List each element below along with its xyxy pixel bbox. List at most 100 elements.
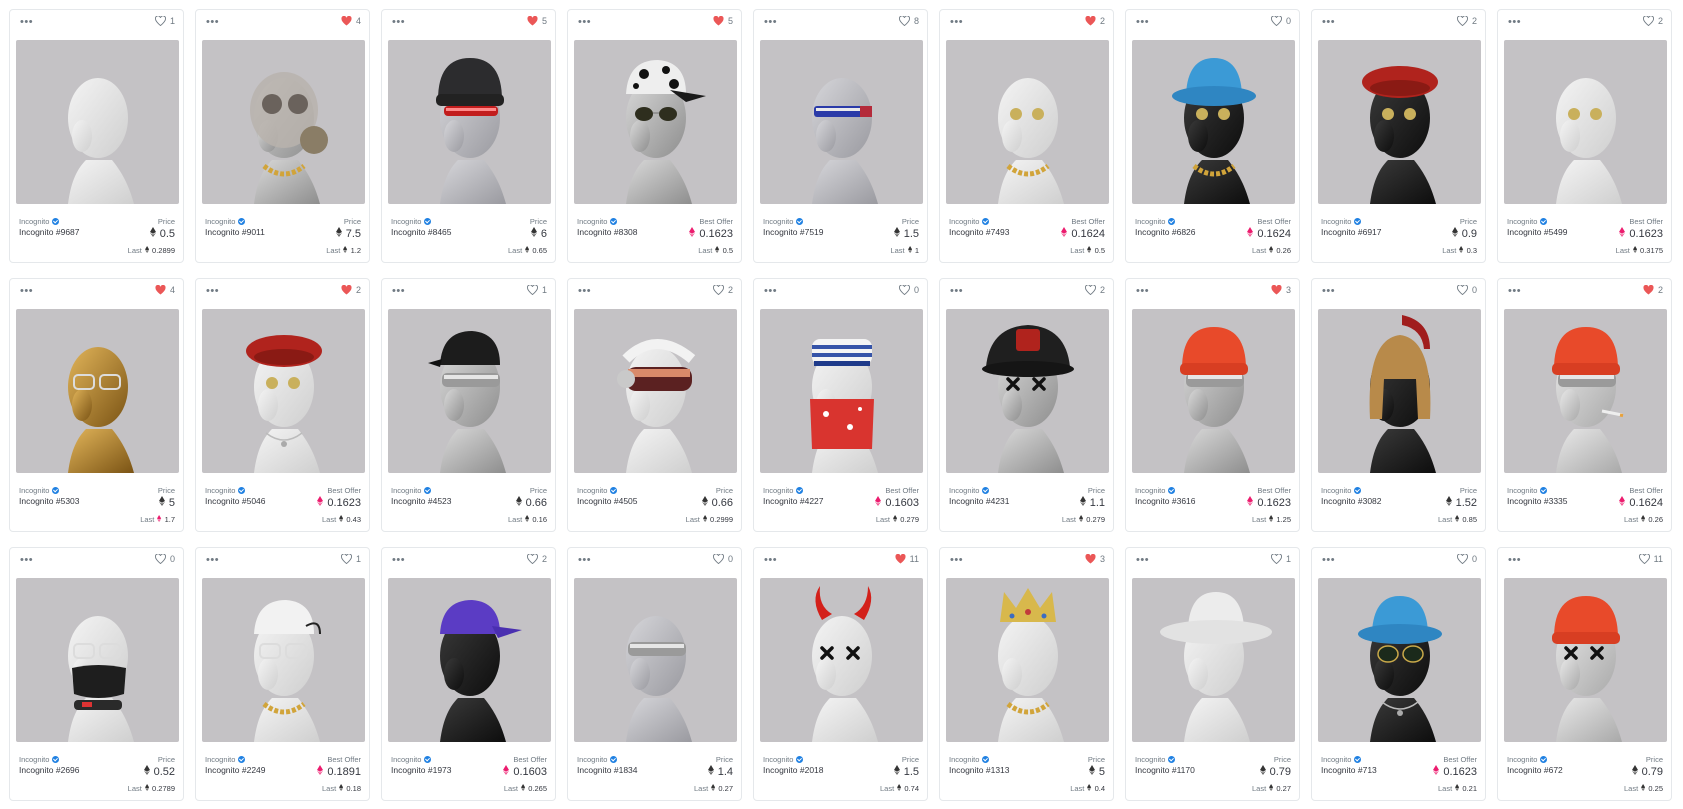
nft-card[interactable]: ••• 0 Incognito Incognito #4227 Best Off…	[753, 278, 928, 532]
favorite-button[interactable]: 3	[1085, 554, 1105, 564]
more-options-icon[interactable]: •••	[1508, 17, 1521, 28]
nft-card[interactable]: ••• 3 Incognito Incognito #1313 Price 5 …	[939, 547, 1114, 801]
more-options-icon[interactable]: •••	[392, 17, 405, 28]
nft-card[interactable]: ••• 0 Incognito Incognito #2696 Price 0.…	[9, 547, 184, 801]
collection-name[interactable]: Incognito	[1507, 217, 1548, 226]
more-options-icon[interactable]: •••	[206, 286, 219, 297]
nft-image[interactable]	[1318, 40, 1481, 204]
nft-card[interactable]: ••• 8 Incognito Incognito #7519 Price 1.…	[753, 9, 928, 263]
nft-image[interactable]	[1318, 309, 1481, 473]
more-options-icon[interactable]: •••	[578, 555, 591, 566]
more-options-icon[interactable]: •••	[392, 286, 405, 297]
nft-card[interactable]: ••• 1 Incognito Incognito #2249 Best Off…	[195, 547, 370, 801]
nft-image[interactable]	[760, 309, 923, 473]
nft-card[interactable]: ••• 11 Incognito Incognito #672 Price 0.…	[1497, 547, 1672, 801]
nft-image[interactable]	[202, 309, 365, 473]
collection-name[interactable]: Incognito	[1507, 755, 1548, 764]
nft-card[interactable]: ••• 0 Incognito Incognito #6826 Best Off…	[1125, 9, 1300, 263]
collection-name[interactable]: Incognito	[391, 755, 432, 764]
more-options-icon[interactable]: •••	[1508, 555, 1521, 566]
nft-image[interactable]	[388, 40, 551, 204]
nft-card[interactable]: ••• 0 Incognito Incognito #3082 Price 1.…	[1311, 278, 1486, 532]
more-options-icon[interactable]: •••	[764, 286, 777, 297]
nft-image[interactable]	[1318, 578, 1481, 742]
more-options-icon[interactable]: •••	[206, 17, 219, 28]
nft-image[interactable]	[574, 578, 737, 742]
favorite-button[interactable]: 3	[1271, 285, 1291, 295]
nft-image[interactable]	[1504, 309, 1667, 473]
favorite-button[interactable]: 2	[713, 285, 733, 295]
favorite-button[interactable]: 0	[899, 285, 919, 295]
more-options-icon[interactable]: •••	[1136, 555, 1149, 566]
favorite-button[interactable]: 1	[341, 554, 361, 564]
nft-card[interactable]: ••• 4 Incognito Incognito #5303 Price 5 …	[9, 278, 184, 532]
favorite-button[interactable]: 0	[155, 554, 175, 564]
nft-image[interactable]	[202, 578, 365, 742]
nft-image[interactable]	[760, 40, 923, 204]
collection-name[interactable]: Incognito	[205, 486, 246, 495]
nft-image[interactable]	[1132, 40, 1295, 204]
collection-name[interactable]: Incognito	[1135, 217, 1176, 226]
more-options-icon[interactable]: •••	[1136, 17, 1149, 28]
nft-image[interactable]	[574, 40, 737, 204]
favorite-button[interactable]: 2	[1085, 16, 1105, 26]
collection-name[interactable]: Incognito	[1135, 755, 1176, 764]
nft-card[interactable]: ••• 11 Incognito Incognito #2018 Price 1…	[753, 547, 928, 801]
favorite-button[interactable]: 2	[1457, 16, 1477, 26]
collection-name[interactable]: Incognito	[577, 217, 618, 226]
nft-card[interactable]: ••• 0 Incognito Incognito #713 Best Offe…	[1311, 547, 1486, 801]
more-options-icon[interactable]: •••	[950, 286, 963, 297]
favorite-button[interactable]: 2	[341, 285, 361, 295]
nft-image[interactable]	[16, 578, 179, 742]
more-options-icon[interactable]: •••	[20, 555, 33, 566]
nft-image[interactable]	[1132, 309, 1295, 473]
collection-name[interactable]: Incognito	[19, 755, 60, 764]
collection-name[interactable]: Incognito	[949, 755, 990, 764]
nft-card[interactable]: ••• 1 Incognito Incognito #4523 Price 0.…	[381, 278, 556, 532]
more-options-icon[interactable]: •••	[578, 286, 591, 297]
nft-image[interactable]	[388, 578, 551, 742]
favorite-button[interactable]: 0	[1457, 285, 1477, 295]
more-options-icon[interactable]: •••	[1322, 555, 1335, 566]
more-options-icon[interactable]: •••	[764, 555, 777, 566]
nft-image[interactable]	[16, 40, 179, 204]
more-options-icon[interactable]: •••	[950, 555, 963, 566]
nft-image[interactable]	[202, 40, 365, 204]
collection-name[interactable]: Incognito	[1321, 217, 1362, 226]
collection-name[interactable]: Incognito	[19, 217, 60, 226]
favorite-button[interactable]: 2	[1643, 16, 1663, 26]
nft-card[interactable]: ••• 3 Incognito Incognito #3616 Best Off…	[1125, 278, 1300, 532]
collection-name[interactable]: Incognito	[391, 486, 432, 495]
nft-image[interactable]	[1504, 40, 1667, 204]
nft-image[interactable]	[1504, 578, 1667, 742]
more-options-icon[interactable]: •••	[20, 286, 33, 297]
collection-name[interactable]: Incognito	[763, 755, 804, 764]
favorite-button[interactable]: 2	[1643, 285, 1663, 295]
favorite-button[interactable]: 4	[155, 285, 175, 295]
favorite-button[interactable]: 1	[155, 16, 175, 26]
nft-card[interactable]: ••• 0 Incognito Incognito #1834 Price 1.…	[567, 547, 742, 801]
nft-image[interactable]	[388, 309, 551, 473]
collection-name[interactable]: Incognito	[763, 217, 804, 226]
nft-card[interactable]: ••• 5 Incognito Incognito #8308 Best Off…	[567, 9, 742, 263]
favorite-button[interactable]: 5	[527, 16, 547, 26]
more-options-icon[interactable]: •••	[20, 17, 33, 28]
collection-name[interactable]: Incognito	[205, 755, 246, 764]
collection-name[interactable]: Incognito	[1135, 486, 1176, 495]
more-options-icon[interactable]: •••	[1508, 286, 1521, 297]
nft-card[interactable]: ••• 2 Incognito Incognito #5499 Best Off…	[1497, 9, 1672, 263]
favorite-button[interactable]: 11	[1638, 554, 1663, 564]
more-options-icon[interactable]: •••	[578, 17, 591, 28]
more-options-icon[interactable]: •••	[1322, 286, 1335, 297]
nft-card[interactable]: ••• 2 Incognito Incognito #6917 Price 0.…	[1311, 9, 1486, 263]
nft-card[interactable]: ••• 1 Incognito Incognito #9687 Price 0.…	[9, 9, 184, 263]
favorite-button[interactable]: 0	[1271, 16, 1291, 26]
favorite-button[interactable]: 4	[341, 16, 361, 26]
collection-name[interactable]: Incognito	[391, 217, 432, 226]
favorite-button[interactable]: 1	[527, 285, 547, 295]
nft-card[interactable]: ••• 2 Incognito Incognito #4231 Price 1.…	[939, 278, 1114, 532]
collection-name[interactable]: Incognito	[205, 217, 246, 226]
nft-image[interactable]	[946, 578, 1109, 742]
nft-card[interactable]: ••• 2 Incognito Incognito #1973 Best Off…	[381, 547, 556, 801]
favorite-button[interactable]: 8	[899, 16, 919, 26]
